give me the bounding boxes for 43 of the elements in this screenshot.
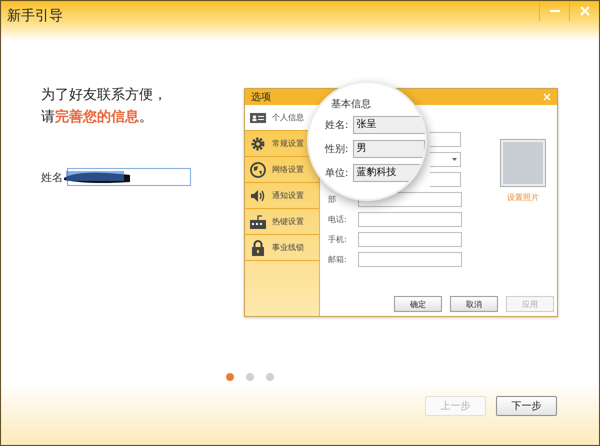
name-label: 姓名 — [41, 170, 64, 184]
speaker-icon — [250, 188, 266, 204]
dropdown-field[interactable]: 男 — [352, 140, 425, 158]
section-heading: 基本信息 — [331, 98, 372, 111]
field-label: 单位: — [325, 166, 350, 180]
sidebar-item[interactable]: 热键设置 — [245, 209, 319, 235]
field-label: 手机: — [328, 234, 348, 244]
keyboard-icon — [250, 214, 266, 230]
page-dot[interactable] — [226, 373, 234, 381]
field-label: 电话: — [328, 214, 348, 224]
sidebar-item[interactable]: 事业线锁 — [245, 235, 319, 261]
intro-text: 为了好友联系方便， — [41, 86, 168, 105]
text-field[interactable] — [430, 172, 461, 186]
text-field[interactable] — [358, 212, 462, 226]
text-field[interactable]: 张呈 — [352, 116, 425, 134]
caret-icon — [452, 158, 457, 160]
photo-placeholder — [500, 139, 546, 187]
close-icon — [578, 5, 590, 17]
dialog-button[interactable]: 确定 — [394, 296, 442, 312]
name-input[interactable] — [67, 168, 191, 186]
gear-icon — [250, 136, 266, 152]
field-label: 姓名: — [325, 119, 350, 132]
step-button[interactable]: 下一步 — [496, 396, 557, 416]
redaction-mark — [64, 170, 132, 184]
sidebar-item[interactable]: 个人信息 — [245, 105, 319, 131]
page-dot[interactable] — [266, 373, 274, 381]
lock-icon — [250, 240, 266, 256]
field-label: 性别: — [325, 142, 350, 156]
field-label: 部 — [328, 194, 337, 204]
minimize-icon — [550, 10, 560, 12]
intro-text: 请完善您的信息。 — [41, 108, 154, 127]
dropdown-field[interactable] — [430, 152, 461, 166]
close-icon — [543, 93, 551, 101]
text-field[interactable] — [358, 252, 462, 266]
window-title: 新手引导 — [7, 7, 63, 25]
dialog-title: 选项 — [251, 90, 271, 104]
sidebar-item[interactable]: 通知设置 — [245, 183, 319, 209]
text-field[interactable] — [430, 132, 461, 146]
text-field[interactable] — [358, 232, 462, 246]
dialog-button[interactable]: 取消 — [450, 296, 498, 312]
page-dot[interactable] — [246, 373, 254, 381]
field-label: 邮箱: — [328, 254, 348, 264]
globe-icon — [250, 162, 266, 178]
